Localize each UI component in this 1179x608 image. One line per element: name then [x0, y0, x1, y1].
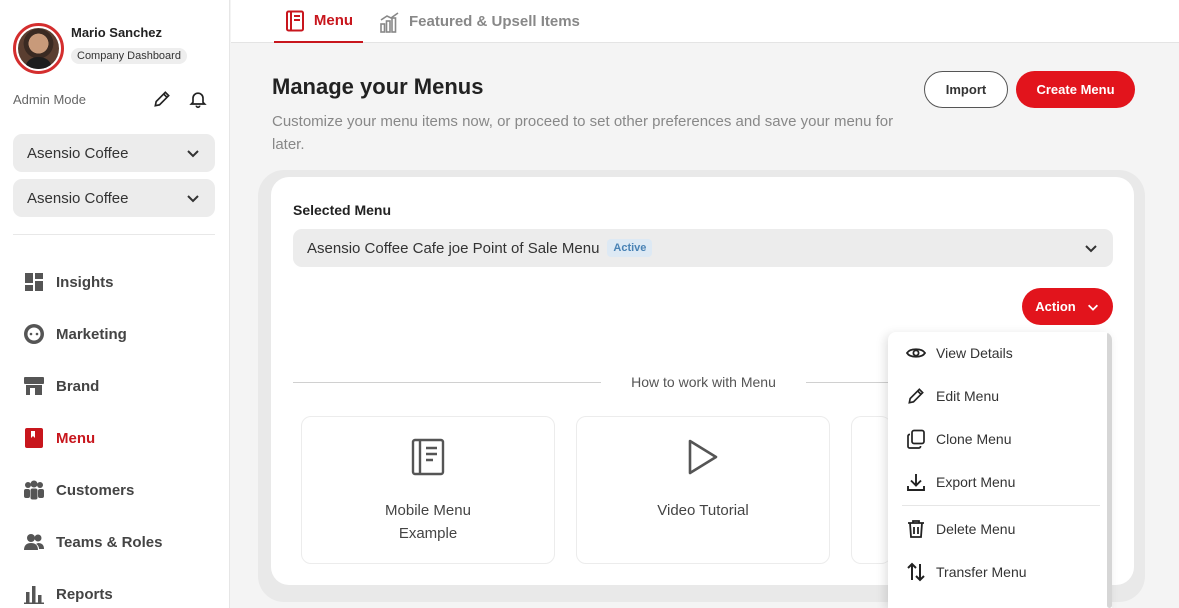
dropdown-scrollbar[interactable]: [1107, 332, 1112, 608]
pencil-icon: [905, 385, 927, 407]
sidebar: Mario Sanchez Company Dashboard Admin Mo…: [0, 0, 230, 608]
location-select-2[interactable]: Asensio Coffee: [13, 179, 215, 217]
teams-icon: [23, 531, 45, 553]
tile-label: Mobile Menu Example: [385, 502, 471, 542]
sidebar-nav: Insights Marketing Brand Menu Customers: [23, 256, 213, 608]
sidebar-item-reports[interactable]: Reports: [23, 568, 213, 608]
selected-menu-label: Selected Menu: [293, 202, 392, 218]
menu-book-icon: [284, 10, 306, 32]
selected-menu-value: Asensio Coffee Cafe joe Point of Sale Me…: [307, 239, 600, 257]
status-badge: Active: [607, 239, 653, 257]
menu-item-view-details[interactable]: View Details: [888, 333, 1107, 373]
menu-book-icon: [23, 427, 45, 449]
pencil-icon[interactable]: [151, 88, 173, 110]
divider: [13, 234, 215, 235]
transfer-icon: [905, 561, 927, 583]
menu-item-clone-menu[interactable]: Clone Menu: [888, 419, 1107, 459]
chevron-down-icon: [185, 190, 201, 206]
import-button[interactable]: Import: [924, 71, 1008, 108]
chevron-down-icon: [185, 145, 201, 161]
menu-item-delete-menu[interactable]: Delete Menu: [888, 509, 1107, 549]
page-title: Manage your Menus: [272, 74, 484, 99]
tile-partial[interactable]: [851, 416, 891, 564]
user-name: Mario Sanchez: [71, 25, 163, 40]
chevron-down-icon: [1086, 300, 1100, 314]
eye-icon: [905, 342, 927, 364]
trash-icon: [905, 518, 927, 540]
sidebar-item-teams-roles[interactable]: Teams & Roles: [23, 516, 213, 568]
sidebar-item-menu[interactable]: Menu: [23, 412, 213, 464]
company-dashboard-badge: Company Dashboard: [71, 48, 187, 64]
customers-icon: [23, 479, 45, 501]
action-button[interactable]: Action: [1022, 288, 1113, 325]
page-subtitle: Customize your menu items now, or procee…: [272, 113, 894, 153]
brand-store-icon: [23, 375, 45, 397]
insights-icon: [23, 271, 45, 293]
sidebar-item-insights[interactable]: Insights: [23, 256, 213, 308]
create-menu-button[interactable]: Create Menu: [1016, 71, 1135, 108]
selected-menu-select[interactable]: Asensio Coffee Cafe joe Point of Sale Me…: [293, 229, 1113, 267]
document-icon: [408, 437, 448, 477]
tab-featured-upsell[interactable]: Featured & Upsell Items: [379, 0, 580, 43]
tab-menu[interactable]: Menu: [274, 0, 363, 43]
tile-label: Video Tutorial: [657, 502, 749, 519]
tile-mobile-menu-example[interactable]: Mobile Menu Example: [301, 416, 555, 564]
play-icon: [683, 437, 723, 477]
reports-chart-icon: [23, 583, 45, 605]
menu-item-export-menu[interactable]: Export Menu: [888, 462, 1107, 502]
download-icon: [905, 471, 927, 493]
sidebar-item-marketing[interactable]: Marketing: [23, 308, 213, 360]
chart-bars-icon: [379, 11, 401, 33]
avatar[interactable]: [13, 23, 64, 74]
marketing-icon: [23, 323, 45, 345]
action-dropdown-menu: View Details Edit Menu Clone Menu Export…: [888, 332, 1112, 608]
bell-icon[interactable]: [187, 88, 209, 110]
location-select-1[interactable]: Asensio Coffee: [13, 134, 215, 172]
top-tab-bar: Menu Featured & Upsell Items: [231, 0, 1179, 43]
admin-mode-label: Admin Mode: [13, 91, 86, 107]
divider: [293, 382, 601, 383]
how-to-title: How to work with Menu: [631, 374, 776, 390]
sidebar-item-brand[interactable]: Brand: [23, 360, 213, 412]
divider: [806, 382, 888, 383]
menu-item-edit-menu[interactable]: Edit Menu: [888, 376, 1107, 416]
user-profile[interactable]: Mario Sanchez Company Dashboard: [13, 23, 187, 74]
chevron-down-icon: [1083, 240, 1099, 256]
admin-mode-row: Admin Mode: [13, 88, 209, 110]
sidebar-item-customers[interactable]: Customers: [23, 464, 213, 516]
tile-video-tutorial[interactable]: Video Tutorial: [576, 416, 830, 564]
menu-divider: [902, 505, 1100, 506]
menu-item-transfer-menu[interactable]: Transfer Menu: [888, 552, 1107, 592]
clone-icon: [905, 428, 927, 450]
